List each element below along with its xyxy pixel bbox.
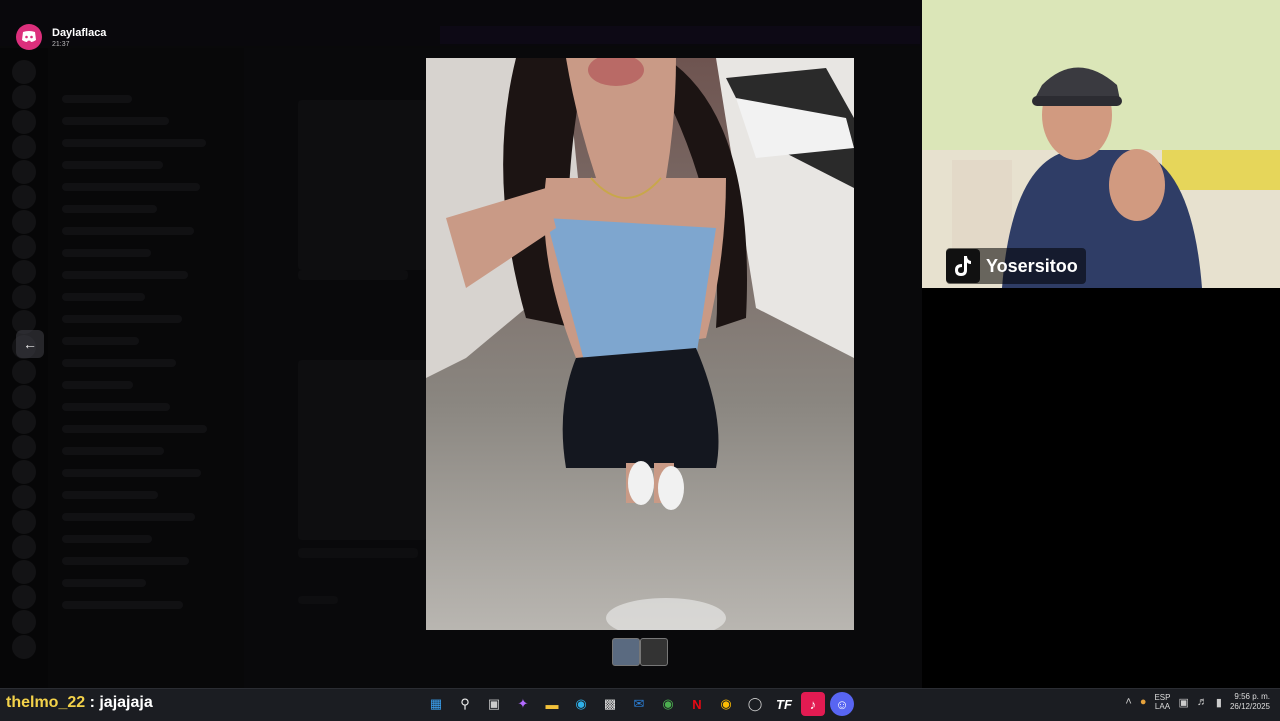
copilot-icon[interactable]: ✦ [511, 692, 535, 716]
clock-date: 26/12/2025 [1229, 702, 1270, 711]
chat-separator: : [85, 694, 100, 711]
battery-icon[interactable]: ▮ [1216, 696, 1222, 709]
edge-icon[interactable]: ◉ [569, 692, 593, 716]
file-explorer-icon[interactable]: ▬ [540, 692, 564, 716]
clock[interactable]: 9:56 p. m. 26/12/2025 [1230, 692, 1270, 712]
chat-overlay-message: thelmo_22 : jajajaja [6, 694, 153, 712]
clock-time: 9:56 p. m. [1234, 692, 1270, 701]
language-sub: LAA [1154, 702, 1171, 711]
microphone-icon[interactable]: ● [1140, 696, 1147, 708]
arrow-left-icon: ← [23, 336, 37, 352]
language-code: ESP [1154, 693, 1171, 702]
task-view-icon[interactable]: ▣ [482, 692, 506, 716]
chat-text: jajajaja [99, 694, 153, 711]
system-tray: ˄ ● ESP LAA ▣ ♬ ▮ 9:56 p. m. 26/12/2025 [1125, 692, 1270, 712]
chevron-up-icon[interactable]: ˄ [1125, 696, 1131, 708]
chrome-icon[interactable]: ◉ [656, 692, 680, 716]
streamer-handle: Yosersitoo [986, 255, 1078, 276]
stream-area [922, 288, 1280, 688]
chat-username: thelmo_22 [6, 694, 86, 711]
notification-username: Daylaflaca [52, 26, 107, 39]
outlook-icon[interactable]: ✉ [627, 692, 651, 716]
network-icon[interactable]: ▣ [1178, 696, 1188, 709]
streamer-tag: Yosersitoo [946, 248, 1086, 284]
stream-notification: Daylaflaca 21:37 [16, 24, 106, 50]
search-icon[interactable]: ⚲ [453, 692, 477, 716]
webcam-feed [922, 0, 1280, 288]
previous-image-button[interactable]: ← [16, 330, 44, 358]
windows-start-icon[interactable]: ▦ [424, 692, 448, 716]
thumbnail-strip [612, 638, 668, 666]
notification-time: 21:37 [52, 40, 70, 48]
taskbar-apps: ▦ ⚲ ▣ ✦ ▬ ◉ ▩ ✉ ◉ N ◉ ◯ TF ♪ ☺ [424, 692, 854, 716]
netflix-icon[interactable]: N [685, 692, 709, 716]
volume-icon[interactable]: ♬ [1197, 696, 1208, 708]
obs-icon[interactable]: ◯ [743, 692, 767, 716]
chrome-icon[interactable]: ◉ [714, 692, 738, 716]
language-indicator[interactable]: ESP LAA [1154, 693, 1170, 711]
discord-icon[interactable]: ☺ [830, 692, 854, 716]
tiktok-icon[interactable]: ♪ [801, 692, 825, 716]
tiktok-icon [946, 249, 980, 283]
thumbnail-1[interactable] [612, 638, 640, 666]
store-icon[interactable]: ▩ [598, 692, 622, 716]
media-viewer-image [426, 58, 854, 630]
thumbnail-2[interactable] [640, 638, 668, 666]
tf-icon[interactable]: TF [772, 692, 796, 716]
discord-icon [16, 24, 42, 50]
